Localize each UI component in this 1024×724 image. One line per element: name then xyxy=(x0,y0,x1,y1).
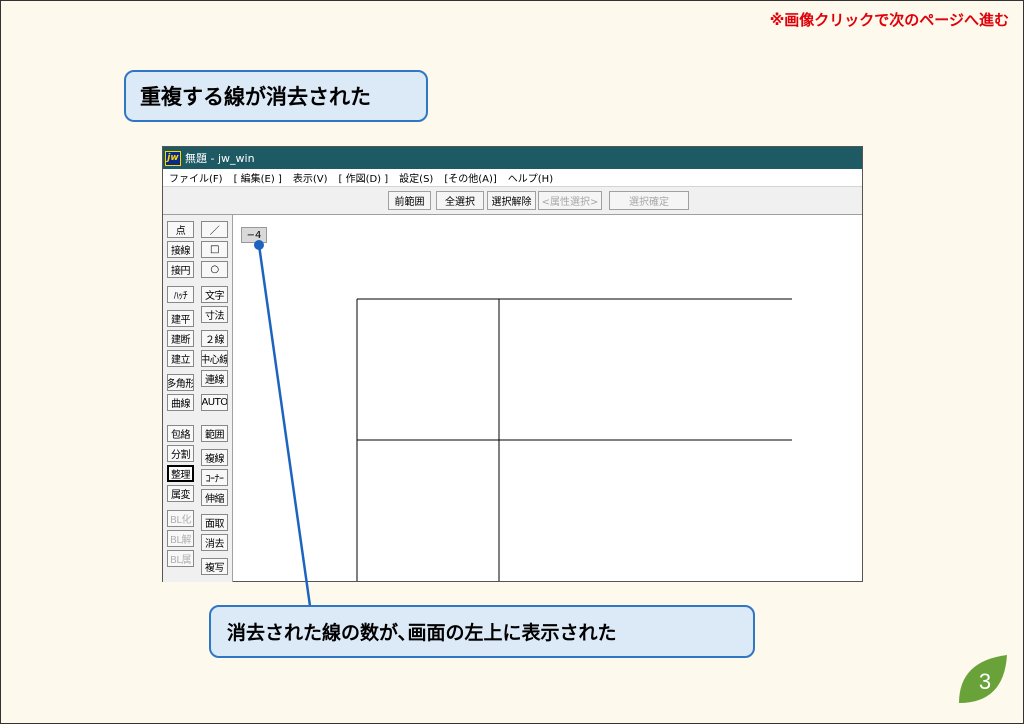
tool-tangent-circle[interactable]: 接円 xyxy=(167,261,194,278)
deselect-button[interactable]: 選択解除 xyxy=(487,191,536,210)
tool-range[interactable]: 範囲 xyxy=(201,425,228,442)
menu-edit[interactable]: [ 編集(E) ] xyxy=(234,170,282,185)
menu-file[interactable]: ファイル(F) xyxy=(169,170,223,185)
tool-double-line[interactable]: ２線 xyxy=(201,330,228,347)
tool-tangent-line[interactable]: 接線 xyxy=(167,241,194,258)
jw-app-icon: jw xyxy=(165,150,181,166)
prev-range-button[interactable]: 前範囲 xyxy=(388,191,431,210)
tool-line[interactable]: ／ xyxy=(201,221,228,238)
tool-attribute-change[interactable]: 属変 xyxy=(167,485,194,502)
tool-erase[interactable]: 消去 xyxy=(201,534,228,551)
menu-bar: ファイル(F) [ 編集(E) ] 表示(V) [ 作図(D) ] 設定(S) … xyxy=(163,169,862,187)
tool-plan[interactable]: 建平 xyxy=(167,310,194,327)
menu-settings[interactable]: 設定(S) xyxy=(399,170,433,185)
tool-offset[interactable]: 複線 xyxy=(201,449,228,466)
tool-stretch[interactable]: 伸縮 xyxy=(201,489,228,506)
erased-line-counter: −4 xyxy=(241,227,267,243)
attribute-select-button[interactable]: <属性選択> xyxy=(538,191,602,210)
tool-polygon[interactable]: 多角形 xyxy=(167,374,194,391)
tool-rectangle[interactable]: □ xyxy=(201,241,228,258)
tool-section[interactable]: 建断 xyxy=(167,330,194,347)
tool-auto[interactable]: AUTO xyxy=(201,394,228,411)
menu-help[interactable]: ヘルプ(H) xyxy=(508,170,553,185)
title-bar: jw 無題 - jw_win xyxy=(163,147,862,169)
drawing-canvas[interactable] xyxy=(234,215,862,581)
tool-point[interactable]: 点 xyxy=(167,221,194,238)
menu-draw[interactable]: [ 作図(D) ] xyxy=(339,170,389,185)
tool-center-line[interactable]: 中心線 xyxy=(201,350,228,367)
tool-text[interactable]: 文字 xyxy=(201,286,228,303)
select-all-button[interactable]: 全選択 xyxy=(436,191,484,210)
tool-dimension[interactable]: 寸法 xyxy=(201,306,228,323)
tool-corner[interactable]: ｺｰﾅｰ xyxy=(201,469,228,486)
menu-view[interactable]: 表示(V) xyxy=(293,170,328,185)
callout-duplicate-removed: 重複する線が消去された xyxy=(124,70,428,122)
tool-block-release[interactable]: BL解 xyxy=(167,530,194,547)
next-page-note[interactable]: ※画像クリックで次のページへ進む xyxy=(770,9,1009,30)
selection-toolbar: 前範囲 全選択 選択解除 <属性選択> 選択確定 xyxy=(163,187,862,215)
tool-elevation[interactable]: 建立 xyxy=(167,350,194,367)
tool-palette: 点 接線 接円 ﾊｯﾁ 建平 建断 建立 多角形 曲線 包絡 分割 整理 属変 … xyxy=(163,215,233,582)
tool-connect-line[interactable]: 連線 xyxy=(201,370,228,387)
page-number: 3 xyxy=(979,669,991,694)
window-title: 無題 - jw_win xyxy=(185,152,255,165)
tool-circle[interactable]: ○ xyxy=(201,261,228,278)
slide: ※画像クリックで次のページへ進む 重複する線が消去された jw 無題 - jw_… xyxy=(0,0,1024,724)
jw-win-window: jw 無題 - jw_win ファイル(F) [ 編集(E) ] 表示(V) [… xyxy=(162,146,863,582)
tool-organize[interactable]: 整理 xyxy=(167,465,194,482)
tool-copy[interactable]: 複写 xyxy=(201,558,228,575)
tool-curve[interactable]: 曲線 xyxy=(167,394,194,411)
drawing-lines xyxy=(356,298,792,581)
page-number-leaf-icon: 3 xyxy=(959,655,1007,703)
tool-divide[interactable]: 分割 xyxy=(167,445,194,462)
tool-chamfer[interactable]: 面取 xyxy=(201,514,228,531)
tool-block-attribute[interactable]: BL属 xyxy=(167,550,194,567)
tool-hatch[interactable]: ﾊｯﾁ xyxy=(167,286,194,303)
confirm-selection-button[interactable]: 選択確定 xyxy=(609,191,689,210)
tool-block-create[interactable]: BL化 xyxy=(167,510,194,527)
menu-other[interactable]: [その他(A)] xyxy=(444,170,496,185)
callout-erased-count: 消去された線の数が､画面の左上に表示された xyxy=(209,605,755,658)
tool-envelope[interactable]: 包絡 xyxy=(167,425,194,442)
